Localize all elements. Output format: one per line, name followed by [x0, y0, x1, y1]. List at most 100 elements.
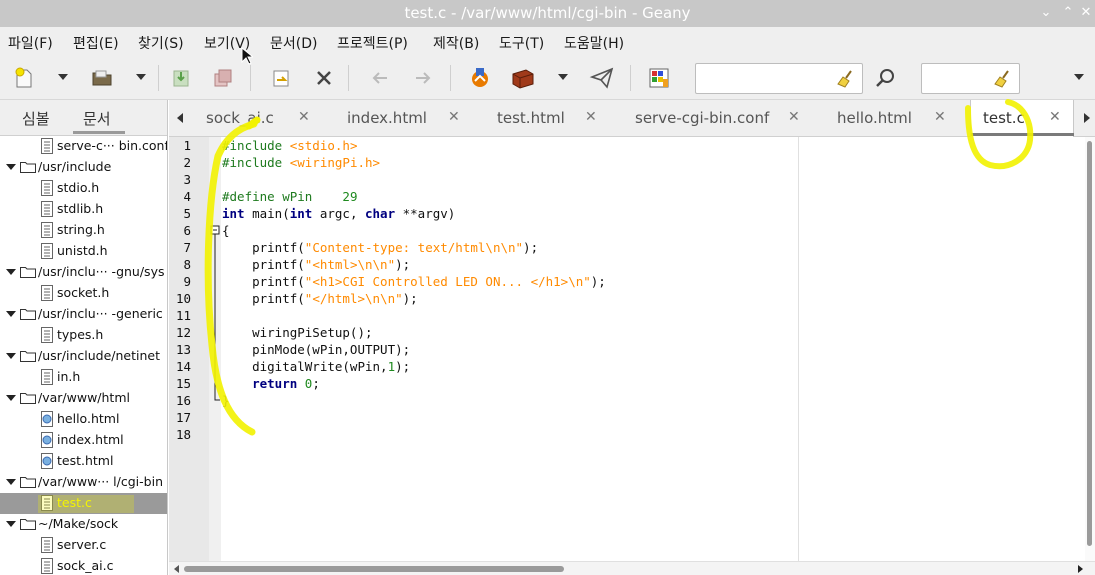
menu-build[interactable]: 제작(B) — [433, 33, 479, 53]
code-line[interactable]: { — [222, 223, 230, 238]
open-folder-icon[interactable] — [88, 64, 116, 92]
clear-goto-icon[interactable] — [993, 69, 1013, 89]
goto-line-box[interactable] — [921, 63, 1020, 94]
clear-search-icon[interactable] — [836, 69, 856, 89]
tree-folder-row[interactable]: /usr/include/netinet — [0, 346, 167, 367]
scroll-left-icon[interactable] — [177, 113, 183, 123]
color-chooser-icon[interactable] — [645, 64, 673, 92]
expander-arrow-icon[interactable] — [6, 164, 16, 170]
html-file-icon — [41, 411, 53, 427]
tree-folder-row[interactable]: /usr/include — [0, 157, 167, 178]
tab-index-html[interactable]: index.html ✕ — [334, 100, 474, 137]
tree-file-row[interactable]: stdlib.h — [0, 199, 167, 220]
tree-file-row[interactable]: string.h — [0, 220, 167, 241]
menu-search[interactable]: 찾기(S) — [138, 33, 184, 53]
tree-file-row[interactable]: unistd.h — [0, 241, 167, 262]
menu-document[interactable]: 문서(D) — [270, 33, 317, 53]
toolbar-overflow-icon[interactable] — [1074, 74, 1084, 80]
expander-arrow-icon[interactable] — [6, 521, 16, 527]
search-box[interactable] — [695, 63, 863, 94]
tree-file-row[interactable]: in.h — [0, 367, 167, 388]
code-line[interactable]: #include <wiringPi.h> — [222, 155, 380, 170]
tree-file-row[interactable]: serve-c··· bin.conf — [0, 136, 167, 157]
menu-help[interactable]: 도움말(H) — [564, 33, 624, 53]
code-line[interactable]: printf("<h1>CGI Controlled LED ON... </h… — [222, 274, 606, 289]
expander-arrow-icon[interactable] — [6, 395, 16, 401]
chevron-down-icon[interactable] — [58, 74, 68, 80]
code-line[interactable]: wiringPiSetup(); — [222, 325, 372, 340]
code-line[interactable]: printf("</html>\n\n"); — [222, 291, 418, 306]
code-line[interactable]: } — [222, 393, 230, 408]
code-line[interactable]: int main(int argc, char **argv) — [222, 206, 455, 221]
send-icon[interactable] — [588, 64, 616, 92]
menu-edit[interactable]: 편집(E) — [73, 33, 119, 53]
tab-close-icon[interactable]: ✕ — [788, 109, 800, 125]
chevron-down-icon[interactable] — [136, 74, 146, 80]
code-editor[interactable]: 1 2 3 4 5 6 7 8 9 10 11 12 13 14 15 16 17 18 #include <st… — [169, 137, 1095, 561]
tab-close-icon[interactable]: ✕ — [448, 109, 460, 125]
tree-file-row[interactable]: test.html — [0, 451, 167, 472]
tab-close-icon[interactable]: ✕ — [585, 109, 597, 125]
tree-file-row[interactable]: socket.h — [0, 283, 167, 304]
build-icon[interactable] — [509, 64, 537, 92]
tab-test-html[interactable]: test.html ✕ — [474, 100, 614, 137]
back-icon[interactable] — [366, 64, 394, 92]
search-icon[interactable] — [871, 64, 899, 92]
tree-file-row[interactable]: test.c — [0, 493, 167, 514]
folder-label: /usr/inclu··· -generic — [38, 306, 163, 321]
html-file-icon — [41, 432, 53, 448]
expander-arrow-icon[interactable] — [6, 311, 16, 317]
expander-arrow-icon[interactable] — [6, 269, 16, 275]
code-line[interactable]: digitalWrite(wPin,1); — [222, 359, 410, 374]
minimize-icon[interactable]: ⌄ — [1035, 0, 1057, 26]
compile-icon[interactable] — [466, 64, 494, 92]
tab-serve-cgi-bin-conf[interactable]: serve-cgi-bin.conf ✕ — [614, 100, 814, 137]
tree-folder-row[interactable]: /usr/inclu··· -gnu/sys — [0, 262, 167, 283]
save-icon[interactable] — [167, 64, 195, 92]
tab-test-c[interactable]: test.c ✕ — [970, 100, 1074, 137]
expander-arrow-icon[interactable] — [6, 353, 16, 359]
code-token: { — [222, 223, 230, 238]
tab-sock-ai[interactable]: sock_ai.c ✕ — [199, 100, 334, 137]
tree-file-row[interactable]: index.html — [0, 430, 167, 451]
close-window-icon[interactable]: ✕ — [1075, 0, 1095, 26]
menu-file[interactable]: 파일(F) — [8, 33, 53, 53]
tree-file-row[interactable]: stdio.h — [0, 178, 167, 199]
code-token: printf( — [222, 274, 305, 289]
code-token: ); — [402, 291, 418, 306]
code-line[interactable]: pinMode(wPin,OUTPUT); — [222, 342, 410, 357]
code-line[interactable]: printf("Content-type: text/html\n\n"); — [222, 240, 538, 255]
expander-arrow-icon[interactable] — [6, 479, 16, 485]
tree-file-row[interactable]: hello.html — [0, 409, 167, 430]
tab-symbols[interactable]: 심볼 — [22, 108, 50, 129]
tree-file-row[interactable]: server.c — [0, 535, 167, 556]
tree-file-row[interactable]: types.h — [0, 325, 167, 346]
chevron-down-icon[interactable] — [558, 74, 568, 80]
line-number: 5 — [183, 206, 191, 221]
horizontal-scrollbar[interactable] — [169, 561, 1095, 575]
vertical-scrollbar[interactable] — [1085, 137, 1095, 561]
tab-close-icon[interactable]: ✕ — [934, 109, 946, 125]
tree-folder-row[interactable]: /usr/inclu··· -generic — [0, 304, 167, 325]
tree-folder-row[interactable]: /var/www··· l/cgi-bin — [0, 472, 167, 493]
tree-folder-row[interactable]: ~/Make/sock — [0, 514, 167, 535]
close-icon[interactable] — [310, 64, 338, 92]
code-line[interactable]: return 0; — [222, 376, 320, 391]
scroll-right-icon[interactable] — [1084, 113, 1090, 123]
tree-file-row[interactable]: sock_ai.c — [0, 556, 167, 575]
code-line[interactable]: #include <stdio.h> — [222, 138, 357, 153]
new-file-icon[interactable] — [10, 64, 38, 92]
code-line[interactable]: printf("<html>\n\n"); — [222, 257, 410, 272]
code-line[interactable]: #define wPin 29 — [222, 189, 357, 204]
tab-close-icon[interactable]: ✕ — [1049, 109, 1061, 125]
tab-documents[interactable]: 문서 — [83, 108, 111, 129]
forward-icon[interactable] — [409, 64, 437, 92]
menu-tools[interactable]: 도구(T) — [499, 33, 544, 53]
fold-margin[interactable] — [209, 137, 221, 561]
menu-project[interactable]: 프로젝트(P) — [337, 33, 408, 53]
revert-icon[interactable] — [267, 64, 295, 92]
tab-close-icon[interactable]: ✕ — [298, 109, 310, 125]
save-all-icon[interactable] — [209, 64, 237, 92]
tree-folder-row[interactable]: /var/www/html — [0, 388, 167, 409]
tab-hello-html[interactable]: hello.html ✕ — [814, 100, 964, 137]
